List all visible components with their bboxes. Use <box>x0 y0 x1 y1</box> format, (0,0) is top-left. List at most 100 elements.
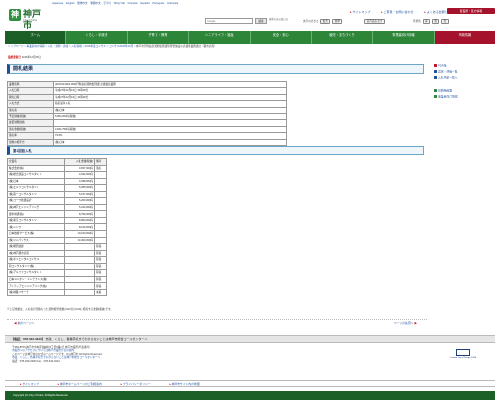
lang-link[interactable]: 한국어 <box>103 2 110 5</box>
info-value: (株)日本 <box>53 138 287 146</box>
voice-reader-button[interactable]: 音声読み上げ <box>364 19 385 25</box>
last-updated: 最終更新日 2015年12月25日 <box>8 56 41 59</box>
bid-results-table: 企業名 入札金額(税抜) 備考 株式会社(株) 4,837,000円 落札 (株)総合… <box>6 158 107 297</box>
bg-black-button[interactable]: 黒 <box>441 19 449 25</box>
nav-business[interactable]: 事業者向け情報 <box>373 31 435 44</box>
font-enlarge-button[interactable]: 拡大 <box>320 19 331 25</box>
footer-address: 〒650-8570 神戸市中央区加納町6丁目5番1号 神戸市役所(代表番号) 市… <box>12 346 322 363</box>
lang-link[interactable]: Português <box>152 2 164 5</box>
footer-guide-link[interactable]: 神戸市ホームページのご利用案内 <box>58 382 102 386</box>
nav-home[interactable]: ホーム <box>5 31 67 44</box>
sidebar-item-label: 認定・評価一覧 <box>438 69 458 74</box>
prev-page-link[interactable]: 前のページへ <box>14 321 35 325</box>
sidebar-item-evaluation[interactable]: 認定・評価一覧 <box>434 70 494 74</box>
bid-company: (株)地盤リサーチ <box>6 288 66 297</box>
bg-yellow-button[interactable]: 黄 <box>431 19 440 25</box>
lang-link[interactable]: 簡体中文 <box>77 2 87 5</box>
nav-city-admin[interactable]: 市政情報 <box>434 31 495 44</box>
nav-senior[interactable]: シニアライフ・福祉 <box>189 31 251 44</box>
lang-link[interactable]: Japanese <box>52 2 63 5</box>
bid-amount <box>64 288 96 297</box>
footer-sitemap-link[interactable]: サイトマップ <box>20 382 39 386</box>
font-size-group: 文字の大きさ 拡大 標準 <box>303 19 343 25</box>
bg-color-label: 背景色 <box>413 20 421 23</box>
unesco-logo: Creative City of Design KOBE <box>446 349 480 363</box>
search-button[interactable]: 検索 <box>255 18 267 24</box>
copyright: Copyright (C) City of Kobe. All Rights R… <box>5 391 495 400</box>
breadcrumb-link[interactable]: トップページ <box>8 45 24 48</box>
folder-icon <box>434 94 437 98</box>
lang-link[interactable]: Indonesia <box>167 2 178 5</box>
last-updated-value: 2015年12月25日 <box>21 56 42 59</box>
kobe-logo-english: City of Kobe <box>23 18 38 22</box>
breadcrumb-current: 神戸市行財政局契約監理課等所管施設の点検等業務委託（都市計画） <box>136 45 217 48</box>
search-input[interactable] <box>205 18 253 24</box>
kobe-logo-mark: 神 <box>9 9 21 21</box>
breadcrumb: トップページ > 事業者向け情報 > 入札・契約・調達 > 入札情報 > 201… <box>8 45 217 48</box>
sidebar-item-label: 事業者向け情報 <box>438 94 458 99</box>
contract-info-table: 業務名称 (2015-R1022-000)行財政局契約監理課 点検委託業務 入札日時… <box>7 80 287 146</box>
nav-tourism[interactable]: 観光・まちづくり <box>312 31 374 44</box>
breadcrumb-link[interactable]: コンサル2015年10月 <box>109 45 133 48</box>
contact-bar: 【電話：078-333-3330】 市政、くらし、各種手続きでわからないことは神… <box>5 335 495 343</box>
contact-text: 市政、くらし、各種手続きでわからないことは神戸市総合コールセンターへ <box>45 337 148 341</box>
bg-blue-button[interactable]: 青 <box>422 19 431 25</box>
lang-link[interactable]: Español <box>140 2 149 5</box>
accessibility-bar: 文字の大きさ 拡大 標準 音声読み上げ 背景色 青 黄 黒 <box>303 19 497 29</box>
nav-safety[interactable]: 安全・安心 <box>251 31 312 44</box>
last-updated-label: 最終更新日 <box>8 56 21 59</box>
breadcrumb-link[interactable]: 事業者向け情報 <box>26 45 44 48</box>
sidebar-item-label: 印刷用画面 <box>438 88 452 93</box>
breadcrumb-link[interactable]: 入札・契約・調達 <box>48 45 69 48</box>
info-row: 契約の相手方 (株)日本 <box>7 138 287 146</box>
address-line: 電話：078-333-3330 Fax：078-333-3314 <box>12 359 60 363</box>
site-header: 神 神戸市 City of Kobe Japanese English 簡体中文… <box>0 0 500 32</box>
search-help-link[interactable]: 検索方法の使い方 <box>269 18 295 21</box>
voice-group: 音声読み上げ <box>363 19 385 25</box>
lang-link[interactable]: English <box>66 2 75 5</box>
footer-links: サイトマップ 神戸市ホームページのご利用案内 プライバシーポリシー 神戸市サイト… <box>5 380 495 387</box>
font-size-label: 文字の大きさ <box>303 20 319 23</box>
font-standard-button[interactable]: 標準 <box>332 19 343 25</box>
lang-link[interactable]: 繁體中文 <box>90 2 100 5</box>
ward-info-button[interactable]: 区役所・区の情報 <box>447 8 495 14</box>
unesco-temple-icon <box>456 349 470 356</box>
lang-link[interactable]: Français <box>128 2 138 5</box>
price-note: ※上記金額は、入札者が見積もった契約希望金額の110分の100に相当する金額(税… <box>7 308 113 311</box>
page-nav: 前のページへ ページの先頭へ <box>7 319 427 325</box>
lang-link[interactable]: Tiếng Việt <box>113 2 125 5</box>
footer-privacy-link[interactable]: プライバシーポリシー <box>121 382 151 386</box>
page: 神 神戸市 City of Kobe Japanese English 簡体中文… <box>0 0 500 408</box>
bid-note: 未着 <box>94 288 107 297</box>
contact-link[interactable]: ご意見・お問い合わせ <box>381 10 413 14</box>
print-icon <box>434 88 437 92</box>
language-bar: Japanese English 簡体中文 繁體中文 한국어 Tiếng Việ… <box>52 2 180 5</box>
breadcrumb-link[interactable]: 入札情報 <box>71 45 81 48</box>
pdf-icon <box>434 64 437 67</box>
page-top-link[interactable]: ページの先頭へ <box>394 321 417 325</box>
document-icon <box>434 70 437 74</box>
list-icon <box>434 76 437 80</box>
sidebar-item-label: PDF版 <box>438 63 447 68</box>
sidebar-item-schedule[interactable]: 入札予定一覧へ <box>434 76 494 80</box>
global-nav: ホーム くらし・手続き 子育て・教育 シニアライフ・福祉 安全・安心 観光・まち… <box>5 31 495 44</box>
breadcrumb-link[interactable]: 2015年度コンサル <box>85 45 106 48</box>
nav-childcare[interactable]: 子育て・教育 <box>128 31 190 44</box>
site-search: 検索 検索方法の使い方 <box>205 18 295 27</box>
round-heading: 第1回目入札 <box>7 146 424 155</box>
page-title: 開札結果 <box>7 64 424 74</box>
footer-map-link[interactable]: 神戸市サイト内の地図 <box>169 382 199 386</box>
sidebar-item-label: 入札予定一覧へ <box>438 76 458 81</box>
kobe-logo[interactable]: 神 神戸市 City of Kobe <box>9 9 49 30</box>
sidebar-item-pdf[interactable]: PDF版 <box>434 64 494 68</box>
sidebar-item-business[interactable]: 事業者向け情報 <box>434 95 494 99</box>
info-label: 契約の相手方 <box>7 138 54 146</box>
sidebar: PDF版 認定・評価一覧 入札予定一覧へ 印刷用画面 事業者向け情報 <box>434 64 494 101</box>
unesco-text: Creative City of Design KOBE <box>449 357 477 359</box>
contact-phone: 【電話：078-333-3330】 <box>11 337 45 341</box>
sitemap-link[interactable]: サイトマップ <box>350 10 370 14</box>
bg-color-group: 背景色 青 黄 黒 <box>413 19 449 25</box>
sidebar-item-print[interactable]: 印刷用画面 <box>434 89 494 93</box>
table-row: (株)地盤リサーチ 未着 <box>6 288 107 297</box>
nav-living[interactable]: くらし・手続き <box>66 31 128 44</box>
